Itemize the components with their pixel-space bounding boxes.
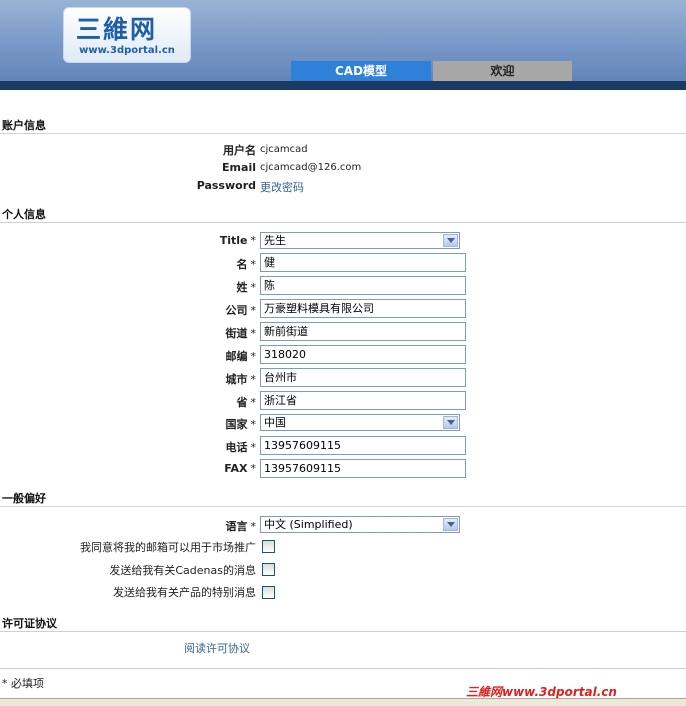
username-label: 用户名	[223, 144, 256, 157]
country-label: 国家 *	[225, 418, 257, 431]
fax-label: FAX *	[224, 462, 256, 475]
logo-text: 三維网	[76, 15, 158, 44]
fax-field[interactable]: 13957609115	[260, 459, 466, 478]
personal-section-title: 个人信息	[2, 208, 46, 221]
street-field[interactable]: 新前街道	[260, 322, 466, 341]
divider	[0, 506, 686, 507]
cadenas-news-checkbox[interactable]	[262, 563, 275, 576]
divider	[0, 222, 686, 223]
account-section-title: 账户信息	[2, 119, 46, 132]
marketing-consent-label: 我同意将我的邮箱可以用于市场推广	[80, 541, 256, 554]
read-license-link[interactable]: 阅读许可协议	[184, 640, 250, 656]
province-field[interactable]: 浙江省	[260, 391, 466, 410]
logo-url: www.3dportal.cn	[79, 45, 175, 56]
header-bar	[0, 81, 686, 90]
language-label: 语言 *	[225, 520, 257, 533]
username-value: cjcamcad	[260, 144, 308, 155]
last-name-field[interactable]: 陈	[260, 276, 466, 295]
password-label: Password	[196, 179, 256, 192]
zip-label: 邮编 *	[225, 350, 257, 363]
province-label: 省 *	[236, 396, 257, 409]
divider	[0, 133, 686, 134]
chevron-down-icon[interactable]	[443, 234, 458, 247]
preferences-section-title: 一般偏好	[2, 492, 46, 505]
title-label: Title *	[219, 234, 256, 247]
site-logo[interactable]: 三維网 www.3dportal.cn	[63, 7, 191, 63]
company-field[interactable]: 万豪塑料模具有限公司	[260, 299, 466, 318]
divider	[0, 668, 686, 669]
city-label: 城市 *	[225, 373, 257, 386]
divider	[0, 631, 686, 632]
phone-label: 电话 *	[225, 441, 257, 454]
cadenas-news-label: 发送给我有关Cadenas的消息	[109, 564, 256, 577]
tab-cad-models[interactable]: CAD模型	[291, 61, 431, 81]
first-name-label: 名 *	[236, 258, 257, 271]
product-offers-checkbox[interactable]	[262, 586, 275, 599]
street-label: 街道 *	[225, 327, 257, 340]
country-select[interactable]: 中国	[260, 414, 460, 431]
tab-welcome[interactable]: 欢迎	[433, 61, 572, 81]
email-label: Email	[222, 161, 256, 174]
change-password-link[interactable]: 更改密码	[260, 179, 304, 195]
zip-field[interactable]: 318020	[260, 345, 466, 364]
marketing-consent-checkbox[interactable]	[262, 540, 275, 553]
product-offers-label: 发送给我有关产品的特别消息	[113, 586, 256, 599]
required-note: * 必填项	[2, 677, 44, 690]
phone-field[interactable]: 13957609115	[260, 436, 466, 455]
first-name-field[interactable]: 健	[260, 253, 466, 272]
chevron-down-icon[interactable]	[443, 518, 458, 531]
company-label: 公司 *	[225, 304, 257, 317]
license-section-title: 许可证协议	[2, 617, 57, 630]
city-field[interactable]: 台州市	[260, 368, 466, 387]
last-name-label: 姓 *	[236, 281, 257, 294]
language-select[interactable]: 中文 (Simplified)	[260, 516, 460, 533]
chevron-down-icon[interactable]	[443, 416, 458, 429]
email-value: cjcamcad@126.com	[260, 162, 362, 173]
title-select[interactable]: 先生	[260, 232, 460, 249]
